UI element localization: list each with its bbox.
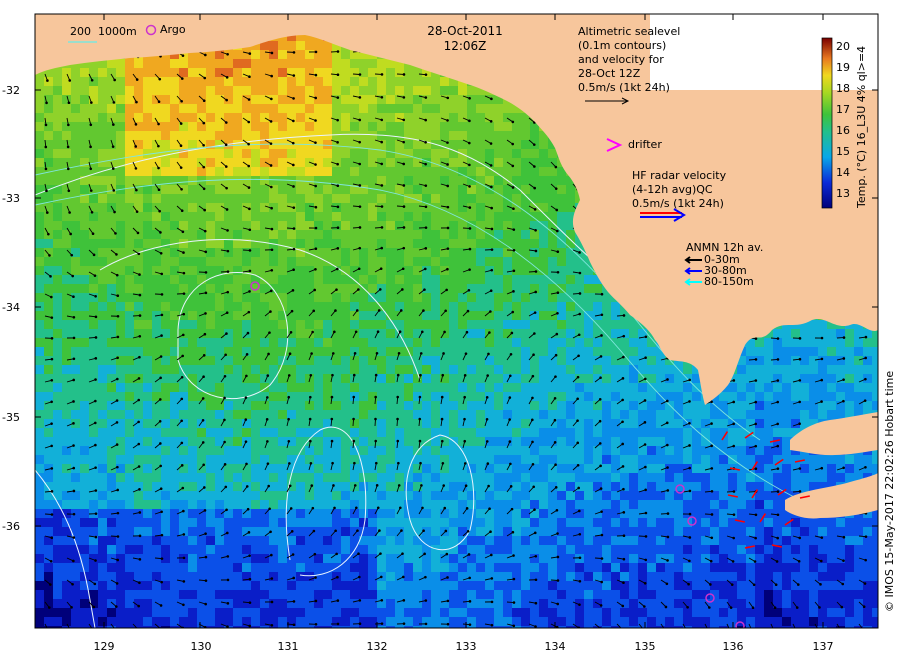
hf-radar-legend-line-1: HF radar velocity <box>632 169 727 182</box>
colorbar-tick: 20 <box>836 40 850 53</box>
colorbar-tick: 19 <box>836 61 850 74</box>
hf-radar-legend-line-2: (4-12h avg)QC <box>632 183 713 196</box>
altimetry-legend-line-5: 0.5m/s (1kt 24h) <box>578 81 670 94</box>
y-tick-label: -35 <box>2 411 20 424</box>
altimetry-legend-line-2: (0.1m contours) <box>578 39 667 52</box>
isobath-legend-label: 200 1000m <box>70 26 137 38</box>
colorbar-tick: 18 <box>836 82 850 95</box>
x-tick-label: 133 <box>455 640 477 653</box>
x-tick-label: 132 <box>366 640 388 653</box>
anmn-legend-80-150: 80-150m <box>704 275 754 288</box>
x-tick-label: 135 <box>634 640 656 653</box>
credit-label: © IMOS 15-May-2017 22:02:26 Hobart time <box>883 370 896 612</box>
isobath-1000-label: 1000m <box>98 25 137 38</box>
y-tick-label: -34 <box>2 301 20 314</box>
y-tick-label: -32 <box>2 84 20 97</box>
x-tick-label: 130 <box>190 640 212 653</box>
colorbar-label: Temp. (°C) 16_L3U 4% ql>=4 <box>855 45 868 208</box>
colorbar <box>821 37 833 209</box>
x-tick-label: 134 <box>544 640 566 653</box>
y-tick-label: -36 <box>2 520 20 533</box>
colorbar-tick: 17 <box>836 103 850 116</box>
colorbar-tick: 15 <box>836 145 850 158</box>
altimetry-legend-line-1: Altimetric sealevel <box>578 25 681 38</box>
colorbar-tick: 13 <box>836 187 850 200</box>
isobath-200-label: 200 <box>70 25 91 38</box>
map-time: 12:06Z <box>443 39 487 53</box>
argo-legend-label: Argo <box>160 23 186 36</box>
map-date: 28-Oct-2011 <box>427 24 503 38</box>
x-tick-label: 136 <box>722 640 744 653</box>
altimetry-legend-line-4: 28-Oct 12Z <box>578 67 641 80</box>
drifter-legend-label: drifter <box>628 138 662 151</box>
altimetry-legend-line-3: and velocity for <box>578 53 664 66</box>
colorbar-tick: 14 <box>836 166 850 179</box>
y-tick-label: -33 <box>2 192 20 205</box>
sst-map <box>0 0 900 660</box>
colorbar-tick: 16 <box>836 124 850 137</box>
x-tick-label: 129 <box>93 640 115 653</box>
x-tick-label: 137 <box>812 640 834 653</box>
x-tick-label: 131 <box>277 640 299 653</box>
hf-radar-legend-line-3: 0.5m/s (1kt 24h) <box>632 197 724 210</box>
